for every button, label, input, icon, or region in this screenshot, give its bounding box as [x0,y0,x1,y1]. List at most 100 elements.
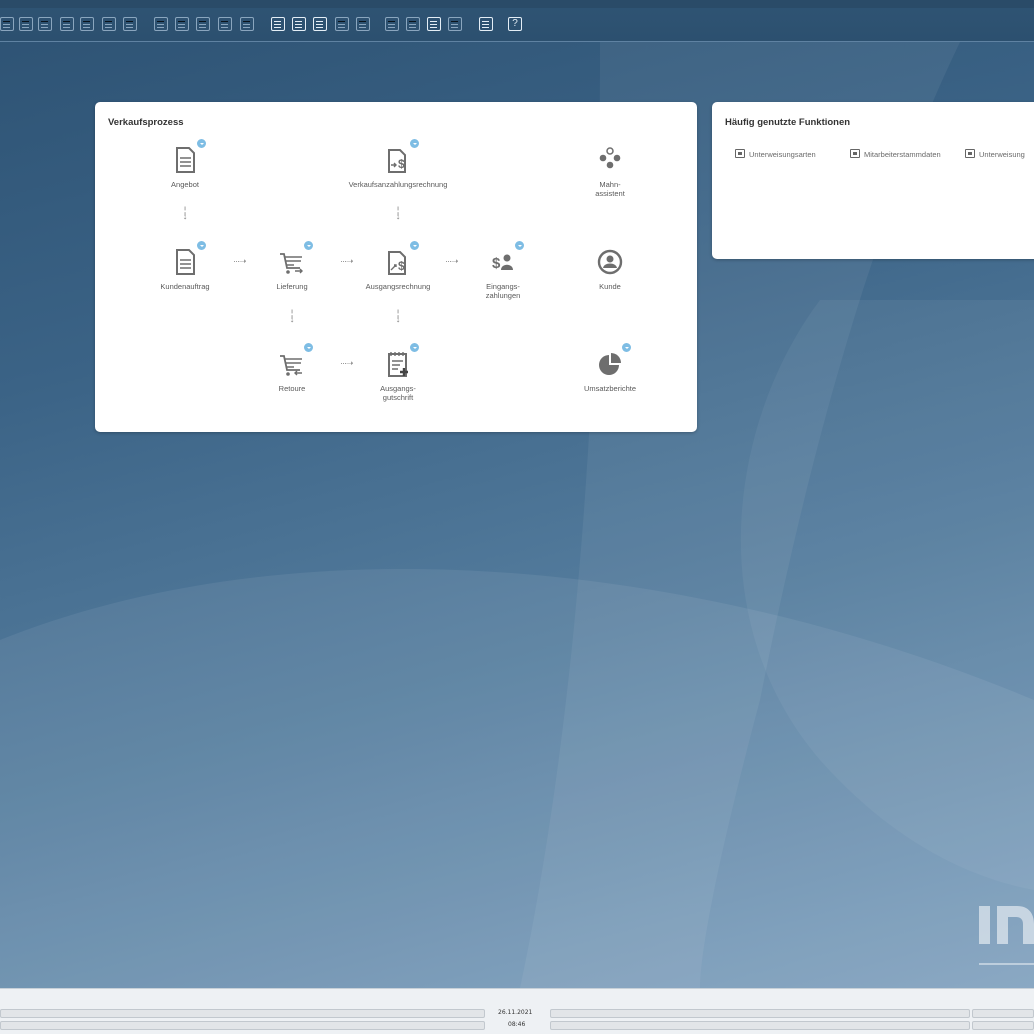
form-icon [735,149,745,158]
toolbar-chart-icon[interactable] [427,17,441,31]
node-kunde[interactable]: Kunde [550,242,670,291]
node-label: gutschrift [382,393,414,402]
node-label: Angebot [171,180,199,189]
svg-text:$: $ [398,157,405,171]
toolbar-document-icon[interactable] [196,17,210,31]
toolbar-document-icon[interactable] [0,17,14,31]
arrow-down-icon: ¦ ↓ [182,206,188,222]
node-angebot[interactable]: Angebot [125,138,245,189]
dropdown-badge-icon[interactable] [196,240,207,251]
arrow-down-icon: ¦ ↓ [395,206,401,222]
logo-watermark [979,906,1034,965]
pie-chart-icon [590,342,632,384]
toolbar-document-icon[interactable] [102,17,116,31]
node-ausgangsgutschrift[interactable]: Ausgangs- gutschrift [338,342,458,402]
document-icon [165,240,207,282]
node-label: assistent [595,189,625,198]
dropdown-badge-icon[interactable] [409,138,420,149]
dropdown-badge-icon[interactable] [514,240,525,251]
toolbar-edit-icon[interactable] [154,17,168,31]
dropdown-badge-icon[interactable] [196,138,207,149]
toolbar-scale-icon[interactable] [80,17,94,31]
arrow-down-icon: ¦ ↓ [395,309,401,325]
status-date: 26.11.2021 [498,1009,533,1016]
document-icon [165,138,207,180]
status-time: 08:46 [508,1021,526,1028]
form-icon [850,149,860,158]
node-label: Verkaufsanzahlungsrechnung [348,180,448,189]
cart-return-icon [272,342,314,384]
favorites-panel: Häufig genutzte Funktionen [712,102,1034,259]
toolbar-document-icon[interactable] [19,17,33,31]
node-ausgangsrechnung[interactable]: $ Ausgangsrechnung [338,240,458,291]
favorite-item[interactable]: Mitarbeiterstammdaten [850,149,941,159]
toolbar-grid-icon[interactable] [406,17,420,31]
toolbar-document-icon[interactable] [292,17,306,31]
customer-icon [590,242,630,282]
status-field [972,1009,1034,1018]
status-field [550,1021,970,1030]
toolbar-document-icon[interactable] [271,17,285,31]
toolbar-document-icon[interactable] [38,17,52,31]
toolbar-message-icon[interactable] [218,17,232,31]
sales-process-title: Verkaufsprozess [108,117,184,128]
node-label: Eingangs- [486,282,520,291]
node-label: Kunde [599,282,621,291]
status-field [0,1009,485,1018]
node-lieferung[interactable]: Lieferung [232,240,352,291]
node-verkaufsanzahlungsrechnung[interactable]: $ Verkaufsanzahlungsrechnung [338,138,458,189]
toolbar-document-icon[interactable] [385,17,399,31]
node-retoure[interactable]: Retoure [232,342,352,393]
dropdown-badge-icon[interactable] [409,240,420,251]
favorite-item[interactable]: Unterweisung [965,149,1034,159]
node-label: Ausgangs- [380,384,416,393]
node-mahnassistent[interactable]: Mahn- assistent [550,140,670,198]
dunning-assistant-icon [590,140,630,180]
svg-text:$: $ [398,259,405,273]
favorite-label: Mitarbeiterstammdaten [864,150,941,159]
invoice-dollar-icon: $ [378,138,420,180]
dropdown-badge-icon[interactable] [303,240,314,251]
node-label: Lieferung [276,282,308,291]
cart-delivery-icon [272,240,314,282]
dropdown-badge-icon[interactable] [303,342,314,353]
node-label: zahlungen [485,291,521,300]
toolbar-search-icon[interactable] [60,17,74,31]
favorites-title: Häufig genutzte Funktionen [725,117,851,128]
status-field [972,1021,1034,1030]
toolbar-calculator-icon[interactable] [313,17,327,31]
node-label: Umsatzberichte [583,384,637,393]
status-field [0,1021,485,1030]
toolbar-user-icon[interactable] [356,17,370,31]
node-umsatzberichte[interactable]: Umsatzberichte [550,342,670,393]
status-bar: 26.11.2021 08:46 [0,988,1034,1034]
toolbar-document-icon[interactable] [123,17,137,31]
favorite-label: Unterweisung [979,150,1025,159]
node-eingangszahlungen[interactable]: $ Eingangs- zahlungen [443,240,563,300]
dropdown-badge-icon[interactable] [621,342,632,353]
toolbar-message-icon[interactable] [240,17,254,31]
status-field [550,1009,970,1018]
sales-process-panel: Verkaufsprozess Angebot $ Verkaufsanzahl… [95,102,697,432]
title-bar-strip [0,0,1034,8]
credit-note-icon [378,342,420,384]
main-toolbar: ? [0,0,1034,42]
favorite-label: Unterweisungsarten [749,150,816,159]
payment-person-icon: $ [483,240,525,282]
node-label: Kundenauftrag [160,282,210,291]
favorite-item[interactable]: Unterweisungsarten [735,149,816,159]
toolbar-document-icon[interactable] [175,17,189,31]
node-label: Retoure [278,384,306,393]
toolbar-web-icon[interactable] [479,17,493,31]
toolbar-help-icon[interactable]: ? [508,17,522,31]
dropdown-badge-icon[interactable] [409,342,420,353]
node-label: Mahn- [599,180,621,189]
arrow-down-icon: ¦ ↓ [289,309,295,325]
node-kundenauftrag[interactable]: Kundenauftrag [125,240,245,291]
form-icon [965,149,975,158]
toolbar-edit-icon[interactable] [448,17,462,31]
node-label: Ausgangsrechnung [365,282,431,291]
svg-text:$: $ [492,255,501,272]
invoice-dollar-icon: $ [378,240,420,282]
toolbar-org-icon[interactable] [335,17,349,31]
